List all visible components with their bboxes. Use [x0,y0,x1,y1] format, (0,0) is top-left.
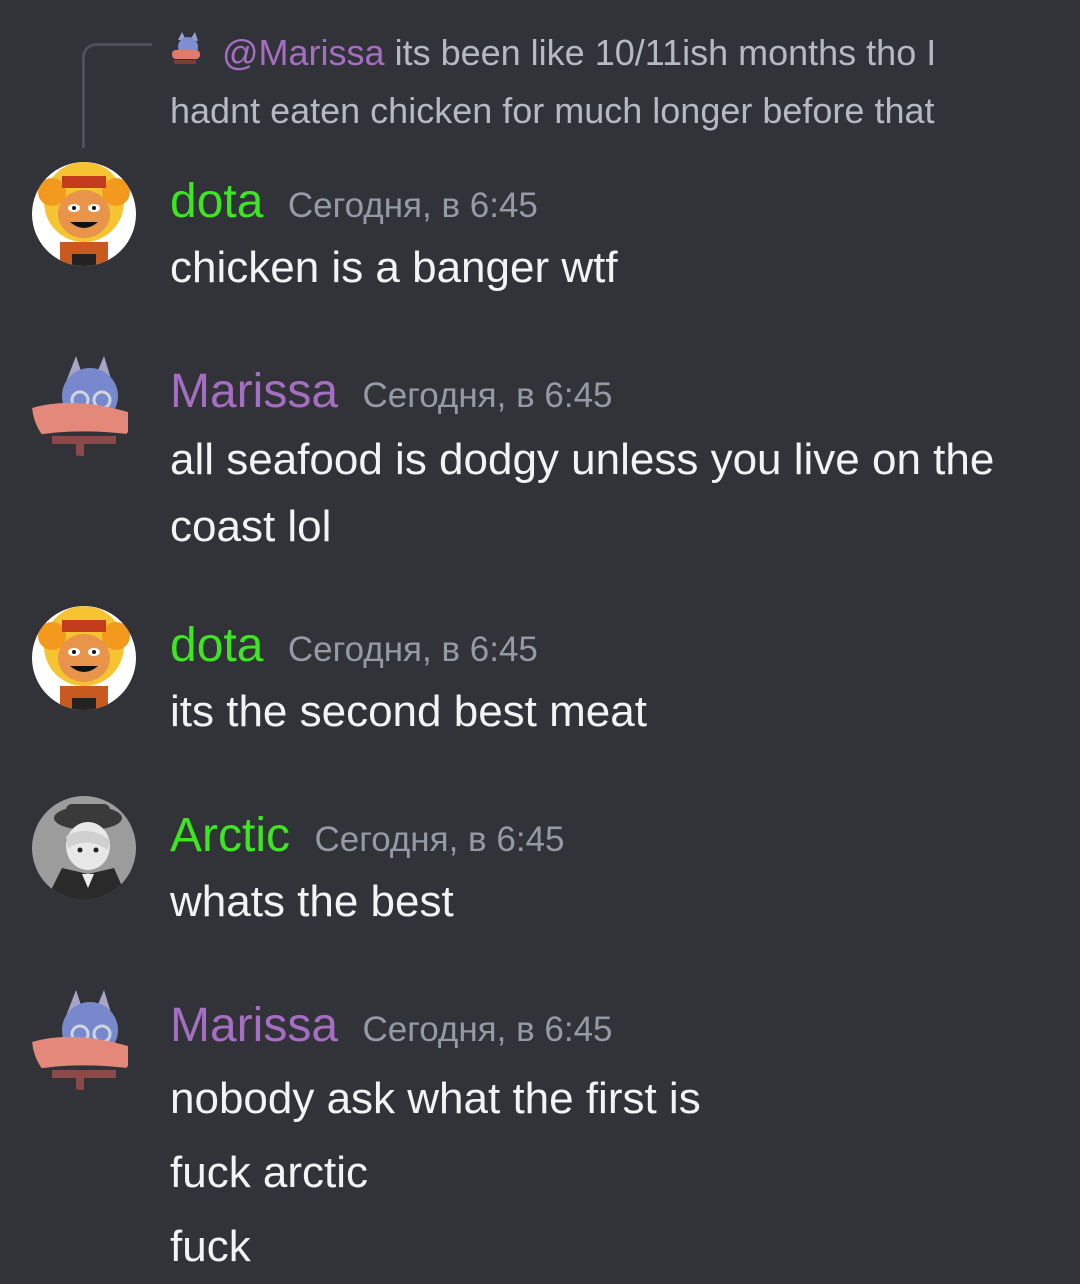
author-name[interactable]: Marissa [170,365,338,418]
timestamp: Сегодня, в 6:45 [362,376,613,415]
timestamp: Сегодня, в 6:45 [287,186,538,225]
message-text: nobody ask what the first is [170,1074,701,1123]
message-text: chicken is a banger wtf [170,243,618,292]
message-text: whats the best [170,877,454,926]
author-name[interactable]: dota [170,175,263,228]
timestamp: Сегодня, в 6:45 [287,630,538,669]
author-name[interactable]: dota [170,619,263,672]
message-text: fuck arctic [170,1148,369,1197]
message-text: coast lol [170,502,332,551]
timestamp: Сегодня, в 6:45 [314,820,565,859]
reply-text-line1: its been like 10/11ish months tho I [394,32,937,73]
author-name[interactable]: Arctic [170,809,290,862]
timestamp: Сегодня, в 6:45 [362,1010,613,1049]
message-text: its the second best meat [170,687,647,736]
reply-text-line2: hadnt eaten chicken for much longer befo… [170,90,935,131]
author-name[interactable]: Marissa [170,999,338,1052]
avatar-marissa[interactable] [32,986,136,1090]
avatar-marissa[interactable] [32,352,136,456]
reply-connector-line [82,43,152,148]
reply-preview[interactable]: @Marissa its been like 10/11ish months t… [170,24,1020,140]
reply-mention[interactable]: @Marissa [222,32,385,73]
avatar-dota[interactable] [32,606,136,710]
message-text: fuck [170,1222,251,1271]
avatar-arctic[interactable] [32,796,136,900]
avatar-dota[interactable] [32,162,136,266]
message-text: all seafood is dodgy unless you live on … [170,435,995,484]
